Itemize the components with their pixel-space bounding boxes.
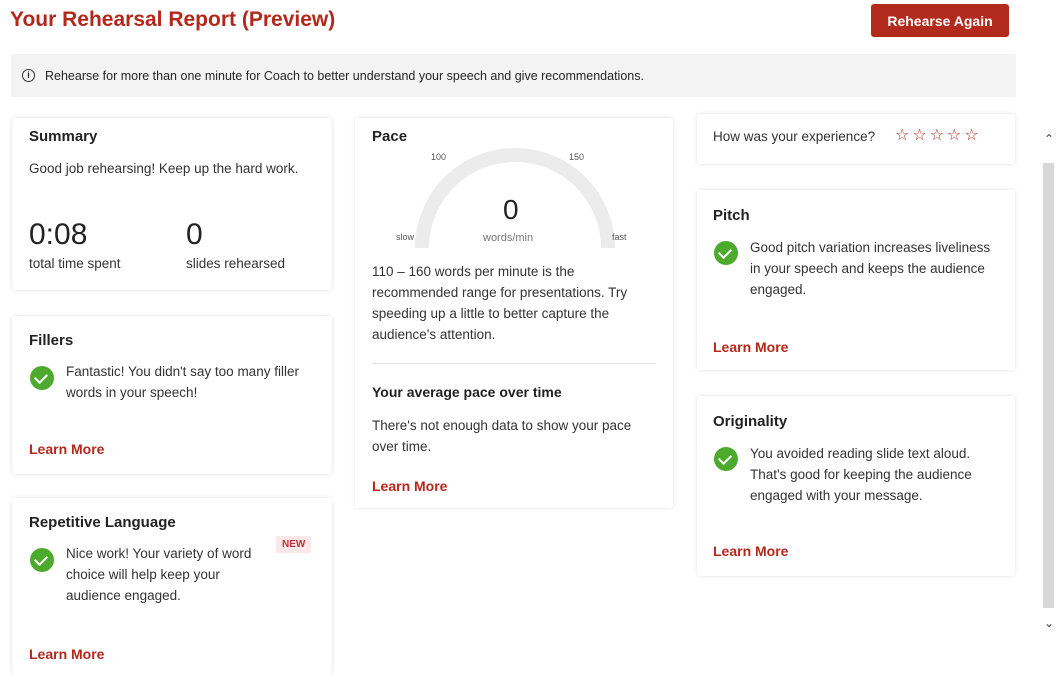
gauge-label-slow: slow [396,232,415,242]
pace-gauge-unit: words/min [483,232,534,244]
new-badge: NEW [276,536,312,553]
originality-learn-more-link[interactable]: Learn More [713,543,788,559]
info-message: Rehearse for more than one minute for Co… [45,68,644,83]
check-icon [30,548,54,572]
scroll-thumb[interactable] [1043,163,1054,608]
originality-title: Originality [713,413,788,430]
pitch-learn-more-link[interactable]: Learn More [713,339,788,355]
pace-title: Pace [372,128,408,145]
slides-rehearsed-value: 0 [186,218,203,251]
star-rating[interactable]: ☆☆☆☆☆ [895,125,982,145]
scroll-up-icon[interactable]: ⌃ [1042,132,1056,146]
originality-card: Originality You avoided reading slide te… [697,396,1015,576]
pace-divider [372,363,656,364]
info-icon: i [22,69,35,82]
repetitive-language-card: Repetitive Language NEW Nice work! Your … [12,498,332,674]
fillers-learn-more-link[interactable]: Learn More [29,441,104,457]
gauge-tick-100: 100 [431,152,447,162]
pace-message: 110 – 160 words per minute is the recomm… [372,264,628,342]
page-title: Your Rehearsal Report (Preview) [10,8,336,31]
fillers-title: Fillers [29,332,74,349]
experience-card: How was your experience? ☆☆☆☆☆ [697,114,1015,164]
originality-message: You avoided reading slide text aloud. Th… [750,446,972,503]
gauge-tick-150: 150 [569,152,585,162]
time-spent-label: total time spent [29,256,121,271]
rehearse-again-button[interactable]: Rehearse Again [871,4,1009,37]
fillers-message: Fantastic! You didn't say too many fille… [66,364,299,400]
summary-title: Summary [29,128,98,145]
pitch-card: Pitch Good pitch variation increases liv… [697,190,1015,370]
pitch-title: Pitch [713,207,750,224]
repetitive-title: Repetitive Language [29,514,176,531]
pace-gauge-value: 0 [503,194,519,225]
fillers-card: Fillers Fantastic! You didn't say too ma… [12,316,332,474]
pace-over-time-title: Your average pace over time [372,384,562,400]
pace-card: Pace 100 150 0 words/min slow fast 110 –… [355,118,673,508]
repetitive-learn-more-link[interactable]: Learn More [29,646,104,662]
pace-over-time-message: There's not enough data to show your pac… [372,418,632,454]
info-banner: i Rehearse for more than one minute for … [11,54,1016,97]
vertical-scrollbar[interactable]: ⌃ ⌄ [1038,118,1060,658]
gauge-label-fast: fast [612,232,627,242]
experience-question: How was your experience? [713,129,876,144]
slides-rehearsed-label: slides rehearsed [186,256,286,271]
summary-card: Summary Good job rehearsing! Keep up the… [12,118,332,290]
repetitive-message: Nice work! Your variety of word choice w… [66,546,252,603]
scroll-down-icon[interactable]: ⌄ [1042,616,1056,630]
pitch-message: Good pitch variation increases livelines… [750,240,991,297]
pace-learn-more-link[interactable]: Learn More [372,478,447,494]
check-icon [714,241,738,265]
check-icon [714,447,738,471]
summary-message: Good job rehearsing! Keep up the hard wo… [29,161,299,176]
check-icon [30,366,54,390]
time-spent-value: 0:08 [29,218,88,251]
